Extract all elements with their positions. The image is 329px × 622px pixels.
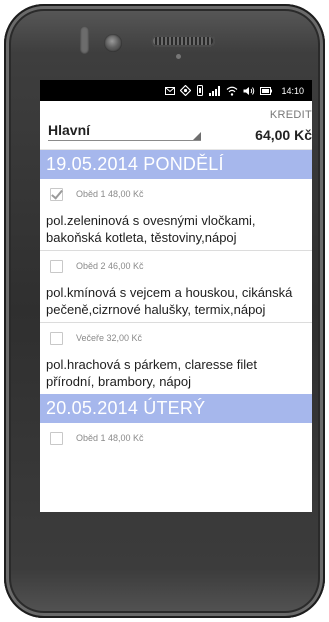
flash-indicator <box>80 26 89 54</box>
credit-label: KREDIT <box>269 109 312 121</box>
phone-chin <box>4 540 325 620</box>
status-bar: 14:10 <box>40 80 312 101</box>
day-header: 19.05.2014 PONDĚLÍ <box>40 150 312 179</box>
menu-item-title: Oběd 1 48,00 Kč <box>76 433 144 443</box>
signal-icon <box>209 85 221 96</box>
menu-item-description: pol.kmínová s vejcem a houskou, cikánská… <box>40 281 312 323</box>
mail-icon <box>165 86 176 95</box>
phone-screen: 14:10 Hlavní KREDIT 64,00 Kč 19.05.2014 … <box>40 80 312 512</box>
dropdown-arrow-icon <box>193 132 201 140</box>
menu-item: Oběd 2 46,00 Kč pol.kmínová s vejcem a h… <box>40 251 312 323</box>
page: 14:10 Hlavní KREDIT 64,00 Kč 19.05.2014 … <box>0 0 329 622</box>
menu-item-title: Večeře 32,00 Kč <box>76 333 143 343</box>
menu-item-row[interactable]: Oběd 1 48,00 Kč <box>40 179 312 209</box>
wifi-icon <box>226 86 238 96</box>
vibrate-icon <box>196 85 204 96</box>
order-checkbox[interactable] <box>50 259 63 273</box>
front-camera <box>104 34 122 52</box>
menu-item: Oběd 1 48,00 Kč pol.zeleninová s ovesným… <box>40 179 312 251</box>
credit-value: 64,00 Kč <box>255 127 312 143</box>
menu-item-row[interactable]: Oběd 2 46,00 Kč <box>40 251 312 281</box>
day-header: 20.05.2014 ÚTERÝ <box>40 394 312 423</box>
selector-underline <box>48 140 201 141</box>
gps-icon <box>180 85 192 96</box>
earpiece-speaker <box>151 35 215 47</box>
menu-item-title: Oběd 2 46,00 Kč <box>76 261 144 271</box>
menu-item: Večeře 32,00 Kč pol.hrachová s párkem, c… <box>40 323 312 394</box>
order-checkbox[interactable] <box>50 187 63 201</box>
menu-item-row[interactable]: Večeře 32,00 Kč <box>40 323 312 353</box>
order-checkbox[interactable] <box>50 431 63 445</box>
canteen-selector-value: Hlavní <box>48 122 91 138</box>
proximity-sensor <box>176 54 181 59</box>
menu-item: Oběd 1 48,00 Kč <box>40 423 312 453</box>
order-checkbox[interactable] <box>50 331 63 345</box>
menu-item-row[interactable]: Oběd 1 48,00 Kč <box>40 423 312 453</box>
volume-icon <box>243 86 255 96</box>
status-time: 14:10 <box>281 85 304 96</box>
menu-item-description: pol.zeleninová s ovesnými vločkami, bako… <box>40 209 312 251</box>
canteen-selector[interactable]: Hlavní <box>48 109 203 143</box>
menu-item-description: pol.hrachová s párkem, claresse filet př… <box>46 357 257 389</box>
app-header: Hlavní KREDIT 64,00 Kč <box>40 101 312 150</box>
menu-item-title: Oběd 1 48,00 Kč <box>76 189 144 199</box>
battery-icon <box>260 86 273 95</box>
